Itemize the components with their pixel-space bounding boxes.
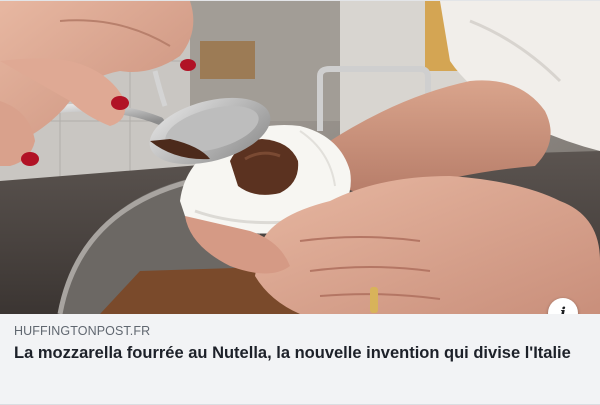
article-headline[interactable]: La mozzarella fourrée au Nutella, la nou…: [14, 343, 586, 364]
article-photo[interactable]: [0, 1, 600, 314]
source-domain: HUFFINGTONPOST.FR: [14, 324, 151, 338]
link-caption[interactable]: HUFFINGTONPOST.FR La mozzarella fourrée …: [0, 314, 600, 405]
link-preview-card[interactable]: i HUFFINGTONPOST.FR La mozzarella fourré…: [0, 0, 600, 405]
